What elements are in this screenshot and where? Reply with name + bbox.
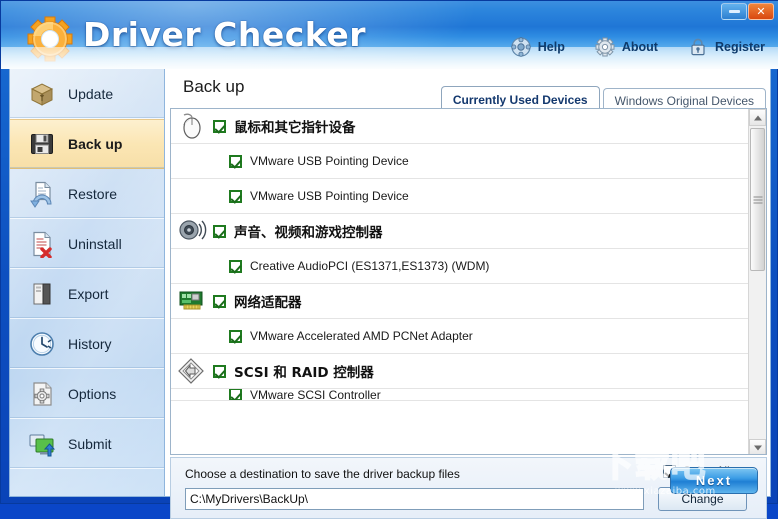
destination-path-input[interactable]: C:\MyDrivers\BackUp\ (185, 488, 644, 510)
sidebar-item-submit[interactable]: Submit (10, 419, 164, 469)
chevron-down-icon (753, 445, 762, 450)
options-icon (33, 381, 52, 406)
device-list: 鼠标和其它指针设备 VMware USB Pointing Device VMw… (171, 109, 749, 454)
sidebar-item-restore[interactable]: Restore (10, 169, 164, 219)
network-card-icon (179, 291, 203, 310)
group-checkbox[interactable] (213, 119, 226, 133)
about-label: About (621, 40, 658, 54)
sidebar-item-history[interactable]: History (10, 319, 164, 369)
chevron-up-icon (753, 115, 762, 120)
sidebar-item-update[interactable]: Update (10, 69, 164, 119)
device-row[interactable]: VMware Accelerated AMD PCNet Adapter (171, 319, 749, 354)
close-button[interactable]: ✕ (748, 3, 774, 20)
device-group-label: 鼠标和其它指针设备 (234, 120, 356, 136)
restore-icon (30, 181, 52, 208)
device-group-label: 网络适配器 (234, 295, 302, 311)
device-row[interactable]: VMware USB Pointing Device (171, 144, 749, 179)
box-icon (30, 82, 54, 106)
sidebar-item-label: Update (68, 85, 114, 102)
device-checkbox[interactable] (229, 189, 242, 203)
device-checkbox[interactable] (229, 389, 242, 400)
group-checkbox[interactable] (213, 364, 226, 378)
mouse-icon (183, 113, 201, 139)
content-header: Back up Currently Used Devices Windows O… (165, 69, 770, 112)
device-row[interactable]: VMware SCSI Controller (171, 389, 749, 401)
device-list-container: 鼠标和其它指针设备 VMware USB Pointing Device VMw… (170, 108, 767, 455)
sidebar-item-label: Submit (68, 435, 112, 452)
sidebar-item-export[interactable]: Export (10, 269, 164, 319)
scrollbar-grip-icon (753, 196, 762, 203)
sidebar-item-backup[interactable]: Back up (10, 119, 164, 169)
clock-icon (30, 331, 54, 356)
sidebar-item-label: Restore (68, 185, 118, 202)
scrollbar-thumb[interactable] (750, 128, 765, 271)
export-icon (33, 283, 51, 304)
device-label: VMware USB Pointing Device (250, 189, 409, 203)
device-label: VMware Accelerated AMD PCNet Adapter (250, 329, 473, 343)
application-window: Driver Checker ✕ Help About Register Upd… (0, 0, 778, 519)
window-controls: ✕ (721, 3, 774, 20)
device-group-label: SCSI 和 RAID 控制器 (234, 365, 374, 381)
help-icon (511, 37, 531, 57)
register-label: Register (714, 40, 765, 54)
group-checkbox[interactable] (213, 224, 226, 238)
register-button[interactable]: Register (688, 37, 765, 57)
sidebar-item-uninstall[interactable]: Uninstall (10, 219, 164, 269)
device-label: VMware USB Pointing Device (250, 154, 409, 168)
device-group-row[interactable]: 鼠标和其它指针设备 (171, 109, 749, 144)
uninstall-icon (33, 231, 52, 258)
help-button[interactable]: Help (511, 37, 565, 57)
submit-icon (29, 434, 56, 456)
header-actions: Help About Register (511, 37, 765, 57)
device-checkbox[interactable] (229, 259, 242, 273)
next-button[interactable]: Next (670, 467, 758, 494)
device-label: VMware SCSI Controller (250, 389, 381, 401)
speaker-icon (179, 220, 207, 240)
sidebar-item-label: Back up (68, 136, 123, 152)
app-title: Driver Checker (83, 15, 367, 54)
scsi-icon (178, 358, 204, 384)
gear-icon (595, 37, 615, 57)
scroll-up-button[interactable] (749, 109, 766, 126)
device-group-row[interactable]: 网络适配器 (171, 284, 749, 319)
device-group-row[interactable]: SCSI 和 RAID 控制器 (171, 354, 749, 389)
device-row[interactable]: VMware USB Pointing Device (171, 179, 749, 214)
lock-icon (691, 38, 705, 56)
device-group-row[interactable]: 声音、视频和游戏控制器 (171, 214, 749, 249)
device-label: Creative AudioPCI (ES1371,ES1373) (WDM) (250, 259, 490, 273)
page-title: Back up (183, 77, 245, 96)
device-checkbox[interactable] (229, 329, 242, 343)
sidebar: Update Back up Restore Uninstall Export … (9, 69, 165, 497)
scroll-down-button[interactable] (749, 439, 766, 454)
device-group-label: 声音、视频和游戏控制器 (234, 225, 383, 241)
minimize-button[interactable] (721, 3, 747, 20)
device-row[interactable]: Creative AudioPCI (ES1371,ES1373) (WDM) (171, 249, 749, 284)
sidebar-item-label: Options (68, 385, 117, 402)
device-checkbox[interactable] (229, 154, 242, 168)
content-panel: Back up Currently Used Devices Windows O… (165, 69, 771, 519)
help-label: Help (537, 40, 565, 54)
sidebar-item-options[interactable]: Options (10, 369, 164, 419)
group-checkbox[interactable] (213, 294, 226, 308)
sidebar-item-label: History (68, 335, 112, 352)
title-bar: Driver Checker ✕ Help About Register (1, 1, 778, 69)
app-logo-gear-icon (27, 16, 73, 62)
sidebar-item-label: Export (68, 285, 109, 302)
floppy-icon (31, 134, 53, 154)
about-button[interactable]: About (595, 37, 658, 57)
sidebar-item-label: Uninstall (68, 235, 122, 252)
vertical-scrollbar[interactable] (748, 109, 766, 454)
destination-label: Choose a destination to save the driver … (185, 467, 460, 481)
